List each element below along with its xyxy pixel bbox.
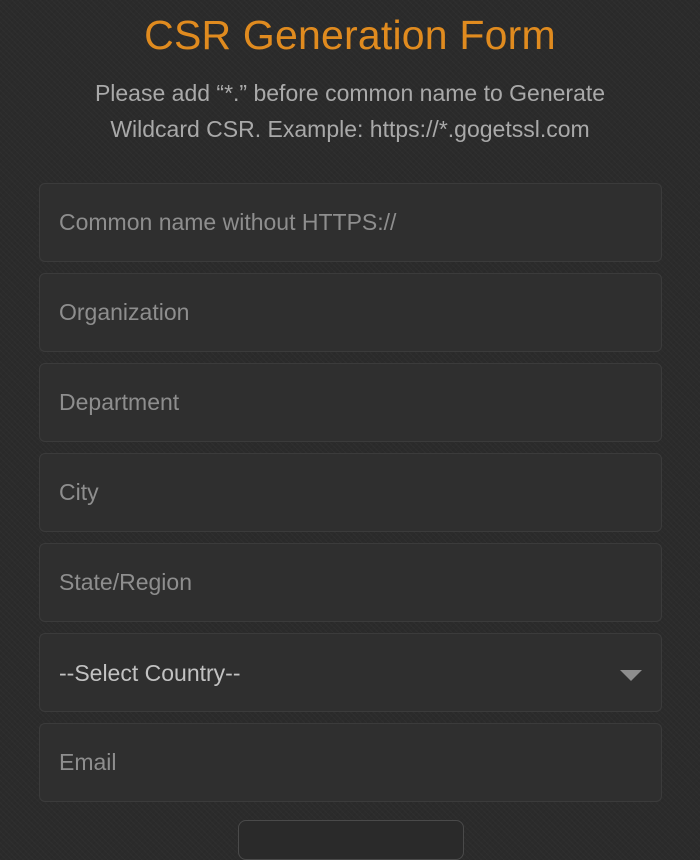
country-select[interactable]: --Select Country--: [39, 633, 662, 712]
email-input[interactable]: [39, 723, 662, 802]
department-input[interactable]: [39, 363, 662, 442]
page-title: CSR Generation Form: [144, 12, 556, 58]
state-region-input[interactable]: [39, 543, 662, 622]
city-input[interactable]: [39, 453, 662, 532]
chevron-down-icon: [620, 670, 642, 681]
country-select-value: --Select Country--: [59, 660, 241, 686]
csr-generation-form: CSR Generation Form Please add “*.” befo…: [0, 0, 700, 860]
form-instructions: Please add “*.” before common name to Ge…: [40, 75, 660, 147]
instructions-line-1: Please add “*.” before common name to Ge…: [94, 80, 606, 106]
common-name-input[interactable]: [39, 183, 662, 262]
organization-input[interactable]: [39, 273, 662, 352]
submit-button[interactable]: [238, 820, 464, 860]
instructions-line-2: Wildcard CSR. Example: https://*.gogetss…: [110, 116, 590, 142]
